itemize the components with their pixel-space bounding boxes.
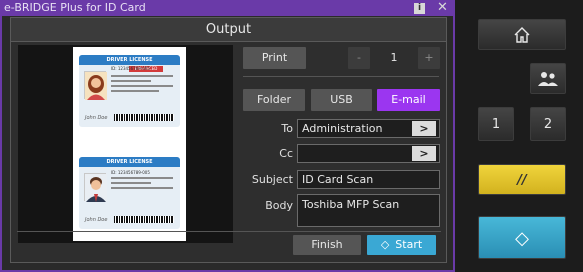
- start-diamond-icon: ◇: [515, 228, 529, 249]
- user-switch-button[interactable]: [530, 63, 566, 94]
- user-switch-icon: [538, 72, 558, 86]
- key-1-button[interactable]: 1: [478, 107, 514, 141]
- card-header: DRIVER LICENSE: [79, 157, 180, 167]
- increment-button[interactable]: +: [418, 47, 440, 69]
- decrement-button[interactable]: -: [348, 47, 370, 69]
- card-id-line: ID: 123456789-005: [111, 66, 150, 71]
- to-select-button[interactable]: >: [412, 121, 436, 136]
- body-label: Body: [265, 199, 293, 212]
- id-card-back: DRIVER LICENSE ID: 123456789-005 John Do…: [79, 157, 180, 229]
- card-text-lines: [111, 177, 173, 192]
- home-icon: [514, 27, 530, 43]
- tab-usb[interactable]: USB: [311, 89, 372, 111]
- subject-value: ID Card Scan: [302, 173, 374, 186]
- divider: [17, 231, 441, 232]
- preview-page: DRIVER LICENSE ENHANCED ID: 123456789-00…: [73, 47, 186, 241]
- card-text-lines: [111, 75, 173, 95]
- card-barcode: [114, 114, 174, 121]
- print-button[interactable]: Print: [243, 47, 306, 69]
- tab-email[interactable]: E-mail: [377, 89, 440, 111]
- cc-select-button[interactable]: >: [412, 146, 436, 161]
- interrupt-button[interactable]: //: [478, 164, 566, 195]
- info-icon[interactable]: i: [414, 3, 425, 14]
- start-button[interactable]: ◇ Start: [367, 235, 436, 255]
- subject-label: Subject: [251, 173, 293, 186]
- card-photo: [84, 173, 107, 202]
- cc-label: Cc: [279, 147, 293, 160]
- output-dialog: Output DRIVER LICENSE ENHANCED ID: 12345…: [10, 17, 447, 263]
- card-id-line: ID: 123456789-005: [111, 170, 150, 175]
- subject-field[interactable]: ID Card Scan: [297, 170, 440, 189]
- start-diamond-icon: ◇: [380, 238, 390, 251]
- screen: { "background_app": {"title": "e-BRIDGE …: [0, 0, 583, 272]
- start-label: Start: [395, 238, 423, 251]
- body-value: Toshiba MFP Scan: [302, 198, 400, 211]
- card-barcode: [114, 216, 174, 223]
- close-icon[interactable]: ✕: [437, 0, 448, 15]
- start-key-button[interactable]: ◇: [478, 216, 566, 259]
- copies-count: 1: [390, 51, 398, 64]
- tab-folder[interactable]: Folder: [243, 89, 305, 111]
- card-photo: [84, 71, 107, 100]
- to-label: To: [281, 122, 293, 135]
- card-header: DRIVER LICENSE: [79, 55, 180, 65]
- scan-preview: DRIVER LICENSE ENHANCED ID: 123456789-00…: [18, 45, 233, 243]
- body-field[interactable]: Toshiba MFP Scan: [297, 194, 440, 227]
- card-signature: John Doe: [85, 217, 108, 223]
- app-title-bar: e-BRIDGE Plus for ID Card i ✕: [0, 0, 455, 16]
- finish-button[interactable]: Finish: [293, 235, 361, 255]
- to-value: Administration: [302, 122, 383, 135]
- id-card-front: DRIVER LICENSE ENHANCED ID: 123456789-00…: [79, 55, 180, 127]
- home-button[interactable]: [478, 19, 566, 50]
- divider: [243, 76, 439, 77]
- key-2-button[interactable]: 2: [530, 107, 566, 141]
- card-signature: John Doe: [85, 115, 108, 121]
- dialog-title: Output: [11, 18, 446, 42]
- app-title: e-BRIDGE Plus for ID Card: [4, 1, 146, 14]
